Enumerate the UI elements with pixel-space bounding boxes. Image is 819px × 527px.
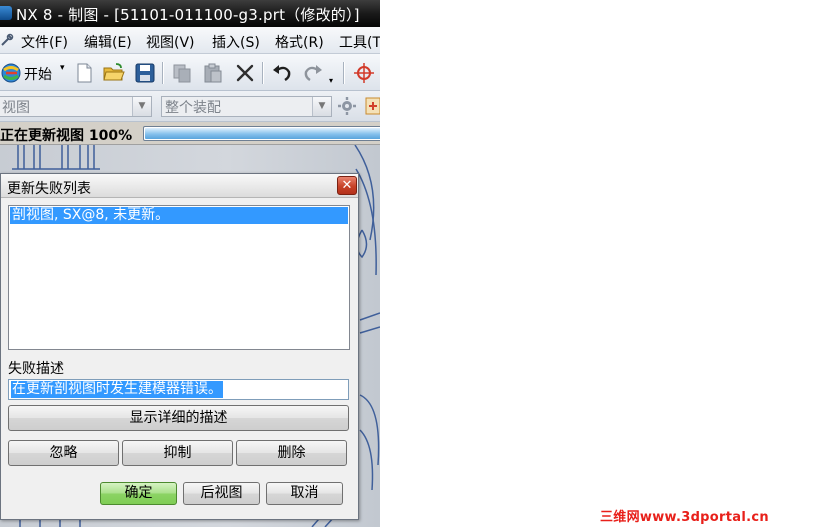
delete-icon[interactable] <box>233 61 257 85</box>
watermark: 三维网www.3dportal.cn <box>600 510 769 525</box>
chevron-down-icon[interactable]: ▼ <box>132 97 151 116</box>
ignore-button[interactable]: 忽略 <box>8 440 119 466</box>
undo-icon[interactable] <box>270 61 294 85</box>
assembly-scope-dropdown[interactable]: 整个装配 ▼ <box>161 96 332 117</box>
start-dropdown-arrow[interactable]: ▾ <box>60 63 65 73</box>
menu-format[interactable]: 格式(R) <box>275 32 324 52</box>
description-value: 在更新剖视图时发生建模器错误。 <box>11 381 223 398</box>
status-text: 正在更新视图 100% <box>0 128 133 144</box>
selection-toolbar: 视图 ▼ 整个装配 ▼ <box>0 91 380 122</box>
new-file-icon[interactable] <box>72 61 96 85</box>
standard-toolbar: 开始 ▾ ▾ <box>0 54 380 91</box>
delete-button[interactable]: 删除 <box>236 440 347 466</box>
update-failure-dialog: 更新失败列表 ✕ 剖视图, SX@8, 未更新。 失败描述 在更新剖视图时发生建… <box>0 173 359 520</box>
list-item[interactable]: 剖视图, SX@8, 未更新。 <box>10 207 348 224</box>
copy-icon[interactable] <box>170 61 194 85</box>
menu-edit[interactable]: 编辑(E) <box>84 32 132 52</box>
cancel-button[interactable]: 取消 <box>266 482 343 505</box>
wcs-icon[interactable] <box>352 61 376 85</box>
gear-filter-icon[interactable] <box>336 95 358 117</box>
menu-bar: 文件(F) 编辑(E) 视图(V) 插入(S) 格式(R) 工具(T) <box>0 27 380 54</box>
close-icon[interactable]: ✕ <box>337 176 357 195</box>
redo-dropdown-arrow[interactable]: ▾ <box>329 76 333 85</box>
menu-tools[interactable]: 工具(T) <box>339 32 380 52</box>
filter-reset-icon[interactable] <box>364 96 380 116</box>
progress-fill <box>145 128 380 139</box>
suppress-button[interactable]: 抑制 <box>122 440 233 466</box>
progress-bar <box>143 126 380 141</box>
failure-list[interactable]: 剖视图, SX@8, 未更新。 <box>8 205 350 350</box>
nx-logo-icon <box>0 6 12 20</box>
back-view-button[interactable]: 后视图 <box>183 482 260 505</box>
toolbar-separator <box>162 62 164 84</box>
menu-view[interactable]: 视图(V) <box>146 32 195 52</box>
toolbar-separator <box>343 62 345 84</box>
window-title: NX 8 - 制图 - [51101-011100-g3.prt（修改的）] <box>16 6 360 24</box>
window-title-bar[interactable]: NX 8 - 制图 - [51101-011100-g3.prt（修改的）] <box>0 0 380 27</box>
paste-icon[interactable] <box>201 61 225 85</box>
nx-application: NX 8 - 制图 - [51101-011100-g3.prt（修改的）] 文… <box>0 0 380 527</box>
dialog-title: 更新失败列表 <box>7 181 91 197</box>
ok-button[interactable]: 确定 <box>100 482 177 505</box>
show-details-button[interactable]: 显示详细的描述 <box>8 405 349 431</box>
menu-tool-icon[interactable] <box>0 33 14 47</box>
save-icon[interactable] <box>133 61 157 85</box>
description-label: 失败描述 <box>8 361 64 377</box>
status-bar: 正在更新视图 100% <box>0 122 380 145</box>
menu-file[interactable]: 文件(F) <box>21 32 68 52</box>
assembly-scope-value: 整个装配 <box>165 100 221 116</box>
start-globe-icon[interactable] <box>0 61 24 85</box>
menu-insert[interactable]: 插入(S) <box>212 32 260 52</box>
description-field[interactable]: 在更新剖视图时发生建模器错误。 <box>8 379 349 400</box>
dialog-title-bar[interactable]: 更新失败列表 ✕ <box>1 174 358 198</box>
toolbar-separator <box>262 62 264 84</box>
open-folder-icon[interactable] <box>102 61 126 85</box>
chevron-down-icon[interactable]: ▼ <box>312 97 331 116</box>
type-filter-value: 视图 <box>2 100 30 116</box>
redo-icon[interactable] <box>301 61 325 85</box>
type-filter-dropdown[interactable]: 视图 ▼ <box>0 96 152 117</box>
start-button[interactable]: 开始 <box>24 64 52 84</box>
